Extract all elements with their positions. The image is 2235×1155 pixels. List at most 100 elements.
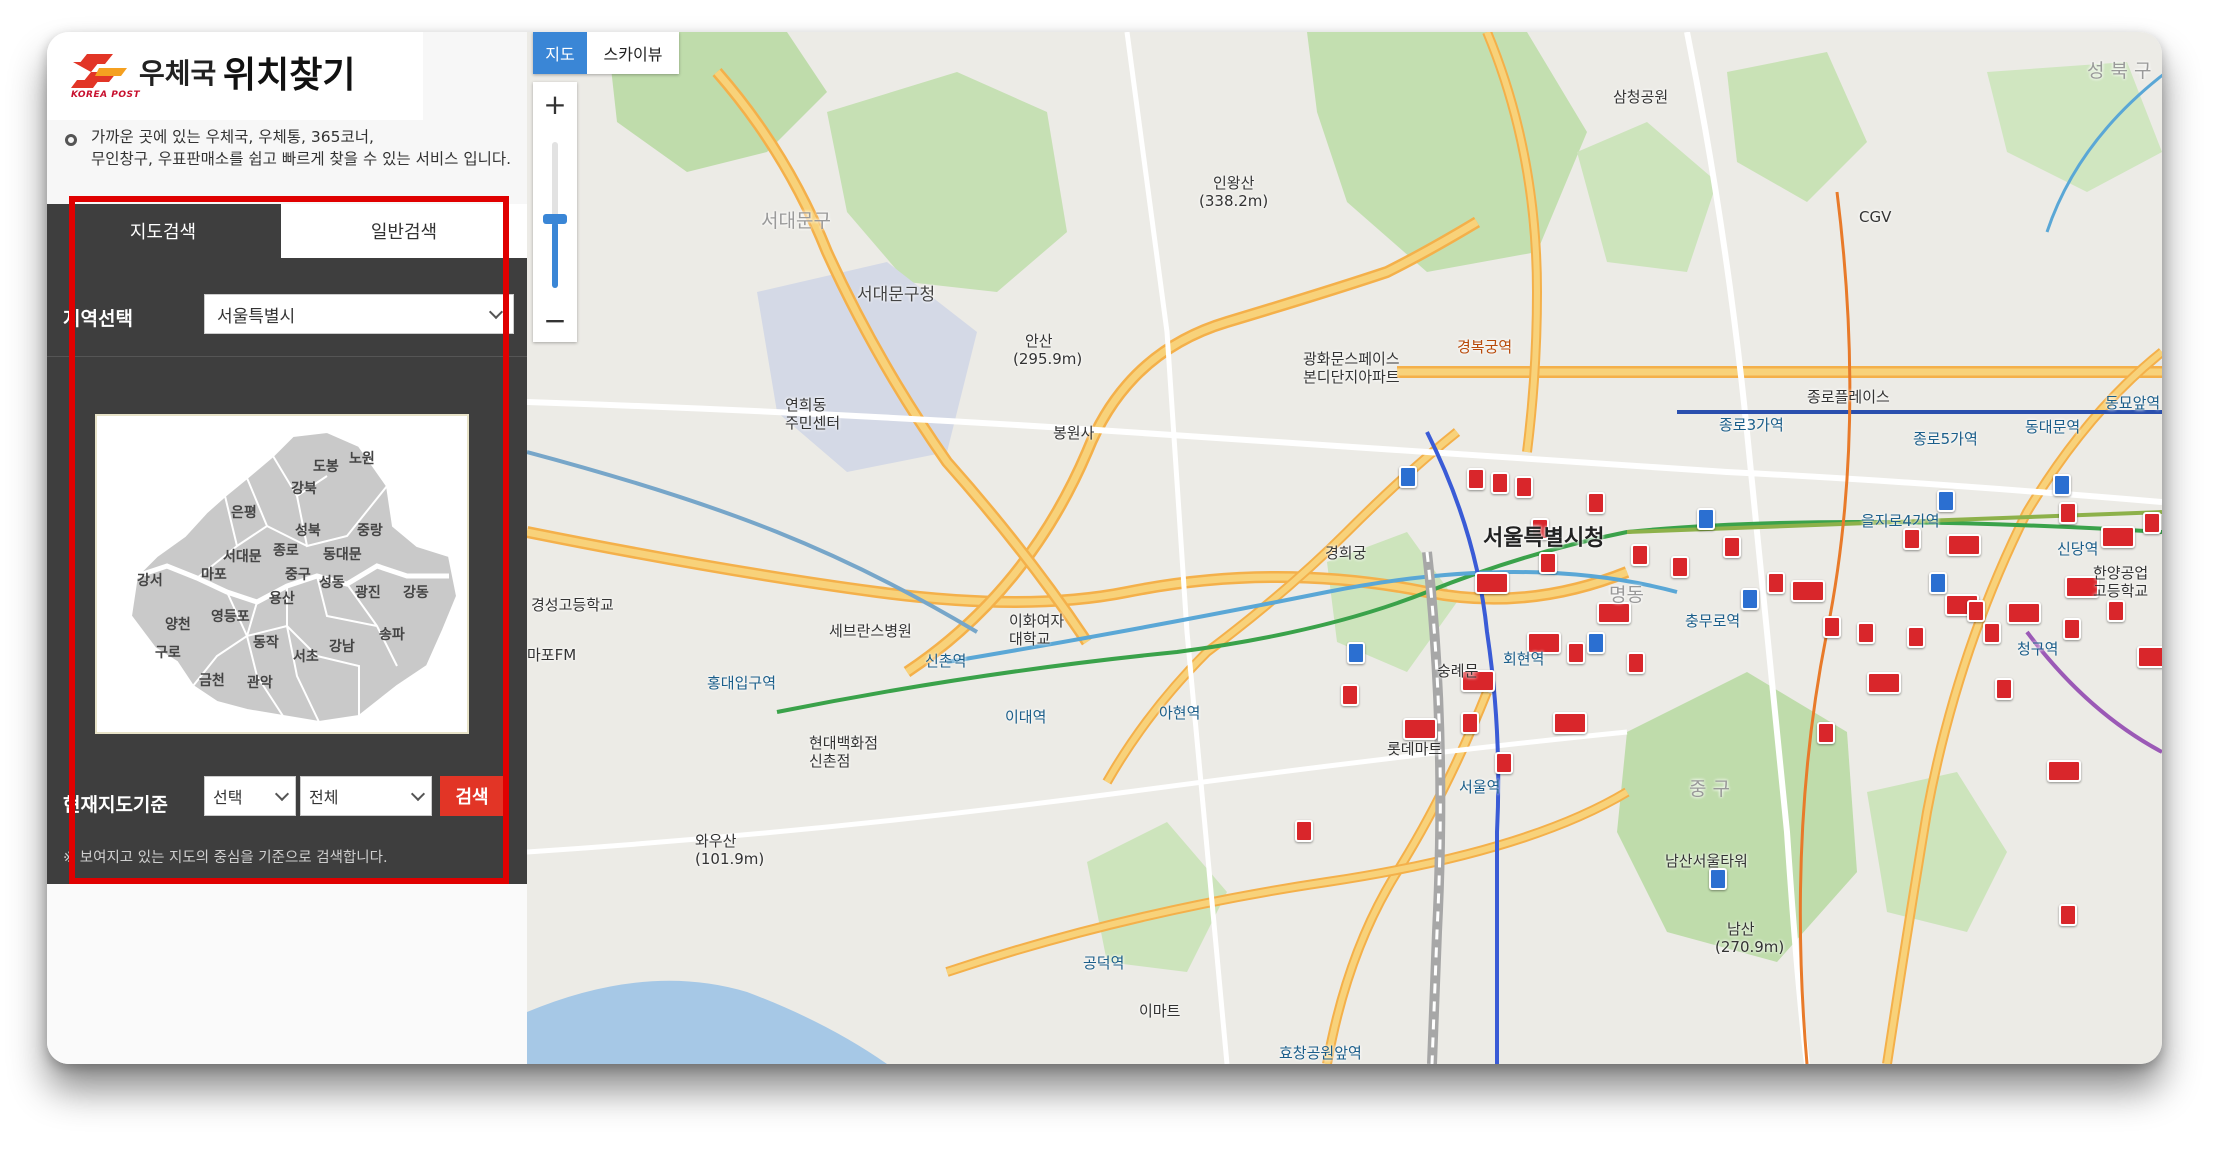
post-office-marker[interactable] <box>1967 600 1985 622</box>
postbox-marker[interactable] <box>1347 642 1365 664</box>
post-office-marker[interactable] <box>1491 472 1509 494</box>
district-dobong[interactable]: 도봉 <box>313 456 339 476</box>
district-songpa[interactable]: 송파 <box>379 624 405 644</box>
postbox-marker[interactable] <box>1741 588 1759 610</box>
search-button[interactable]: 검색 <box>440 776 504 816</box>
postbox-marker[interactable] <box>1399 466 1417 488</box>
district-eunpyeong[interactable]: 은평 <box>231 502 257 522</box>
post-office-marker[interactable] <box>1983 622 2001 644</box>
postbox-marker[interactable] <box>1937 490 1955 512</box>
district-gangseo[interactable]: 강서 <box>137 570 163 590</box>
intro-line-2: 무인창구, 우표판매소를 쉽고 빠르게 찾을 수 있는 서비스 입니다. <box>91 150 512 168</box>
post-office-marker[interactable] <box>1995 678 2013 700</box>
map-type-map-button[interactable]: 지도 <box>533 32 587 74</box>
district-junggu[interactable]: 중구 <box>285 564 311 584</box>
region-label: 지역선택 <box>63 308 133 330</box>
page-title: 위치찾기 <box>223 55 356 96</box>
district-jungnang[interactable]: 중랑 <box>357 520 383 540</box>
postbox-marker[interactable] <box>1929 572 1947 594</box>
type-select[interactable]: 전체 <box>300 776 432 816</box>
post-office-marker[interactable] <box>1823 616 1841 638</box>
post-office-marker[interactable] <box>2007 602 2041 624</box>
category-select-value: 선택 <box>213 788 243 807</box>
district-yongsan[interactable]: 용산 <box>269 588 295 608</box>
district-gangdong[interactable]: 강동 <box>403 582 429 602</box>
post-office-marker[interactable] <box>1467 468 1485 490</box>
region-select[interactable]: 서울특별시 <box>204 294 514 334</box>
district-geumcheon[interactable]: 금천 <box>199 670 225 690</box>
post-office-marker[interactable] <box>1495 752 1513 774</box>
zoom-slider-handle[interactable] <box>543 214 567 224</box>
post-office-marker[interactable] <box>1791 580 1825 602</box>
post-office-marker[interactable] <box>1553 712 1587 734</box>
zoom-level-fill <box>552 222 558 288</box>
post-office-marker[interactable] <box>1903 528 1921 550</box>
post-office-marker[interactable] <box>2101 526 2135 548</box>
district-guro[interactable]: 구로 <box>155 642 181 662</box>
tab-general-search[interactable]: 일반검색 <box>281 204 527 258</box>
post-office-marker[interactable] <box>1907 626 1925 648</box>
post-office-marker[interactable] <box>1403 718 1437 740</box>
district-gangbuk[interactable]: 강북 <box>291 478 317 498</box>
post-office-marker[interactable] <box>2059 904 2077 926</box>
post-office-marker[interactable] <box>1671 556 1689 578</box>
map-label-namsan-tower: 남산서울타워 <box>1665 852 1748 870</box>
district-jongno[interactable]: 종로 <box>273 540 299 560</box>
district-mini-map[interactable]: 도봉 노원 강북 은평 성북 중랑 종로 서대문 동대문 마포 중구 강서 성동… <box>95 414 469 734</box>
district-nowon[interactable]: 노원 <box>349 448 375 468</box>
map-label-hyochang: 효창공원앞역 <box>1279 1044 1362 1062</box>
district-yeongdeungpo[interactable]: 영등포 <box>211 606 250 626</box>
category-select[interactable]: 선택 <box>204 776 296 816</box>
map-label-hanyang-hs: 한양공업 고등학교 <box>2093 564 2149 600</box>
post-office-marker[interactable] <box>1539 552 1557 574</box>
postbox-marker[interactable] <box>1697 508 1715 530</box>
region-select-value: 서울특별시 <box>217 306 296 327</box>
post-office-marker[interactable] <box>1567 642 1585 664</box>
district-seongdong[interactable]: 성동 <box>319 572 345 592</box>
post-office-marker[interactable] <box>2059 502 2077 524</box>
district-seodaemun[interactable]: 서대문 <box>223 546 262 566</box>
post-office-marker[interactable] <box>1767 572 1785 594</box>
postbox-marker[interactable] <box>1587 632 1605 654</box>
post-office-marker[interactable] <box>1947 534 1981 556</box>
map-label-sindang: 신당역 <box>2057 540 2099 558</box>
district-dongdaemun[interactable]: 동대문 <box>323 544 362 564</box>
post-office-marker[interactable] <box>1631 544 1649 566</box>
post-office-marker[interactable] <box>2143 512 2161 534</box>
map-view[interactable]: 서울특별시청 서대문구 서대문구청 중 구 경복궁역 안산 (295.9m) 인… <box>527 32 2162 1064</box>
postbox-marker[interactable] <box>1709 868 1727 890</box>
post-office-marker[interactable] <box>2047 760 2081 782</box>
post-office-marker[interactable] <box>1341 684 1359 706</box>
intro-line-1: 가까운 곳에 있는 우체국, 우체통, 365코너, <box>91 128 374 146</box>
district-mapo[interactable]: 마포 <box>201 564 227 584</box>
post-office-marker[interactable] <box>2137 646 2162 668</box>
district-seocho[interactable]: 서초 <box>293 646 319 666</box>
post-office-marker[interactable] <box>1295 820 1313 842</box>
map-type-skyview-button[interactable]: 스카이뷰 <box>587 32 679 74</box>
type-select-value: 전체 <box>309 788 339 807</box>
district-gangnam[interactable]: 강남 <box>329 636 355 656</box>
post-office-marker[interactable] <box>1627 652 1645 674</box>
district-seongbuk[interactable]: 성북 <box>295 520 321 540</box>
post-office-marker[interactable] <box>1867 672 1901 694</box>
post-office-marker[interactable] <box>2107 600 2125 622</box>
post-office-marker[interactable] <box>1723 536 1741 558</box>
tab-map-search[interactable]: 지도검색 <box>47 204 279 258</box>
map-label-euljiro4: 을지로4가역 <box>1861 512 1940 530</box>
logo-subtitle: KOREA POST <box>71 90 141 100</box>
post-office-marker[interactable] <box>1817 722 1835 744</box>
zoom-out-button[interactable]: − <box>533 298 577 342</box>
post-office-marker[interactable] <box>1461 712 1479 734</box>
district-dongjak[interactable]: 동작 <box>253 632 279 652</box>
post-office-marker[interactable] <box>1857 622 1875 644</box>
district-gwangjin[interactable]: 광진 <box>355 582 381 602</box>
logo-org-name: 우체국 <box>139 57 217 90</box>
district-yangcheon[interactable]: 양천 <box>165 614 191 634</box>
zoom-in-button[interactable]: + <box>533 82 577 126</box>
post-office-marker[interactable] <box>1515 476 1533 498</box>
post-office-marker[interactable] <box>2063 618 2081 640</box>
postbox-marker[interactable] <box>2053 474 2071 496</box>
district-gwanak[interactable]: 관악 <box>247 672 273 692</box>
post-office-marker[interactable] <box>1475 572 1509 594</box>
post-office-marker[interactable] <box>1587 492 1605 514</box>
